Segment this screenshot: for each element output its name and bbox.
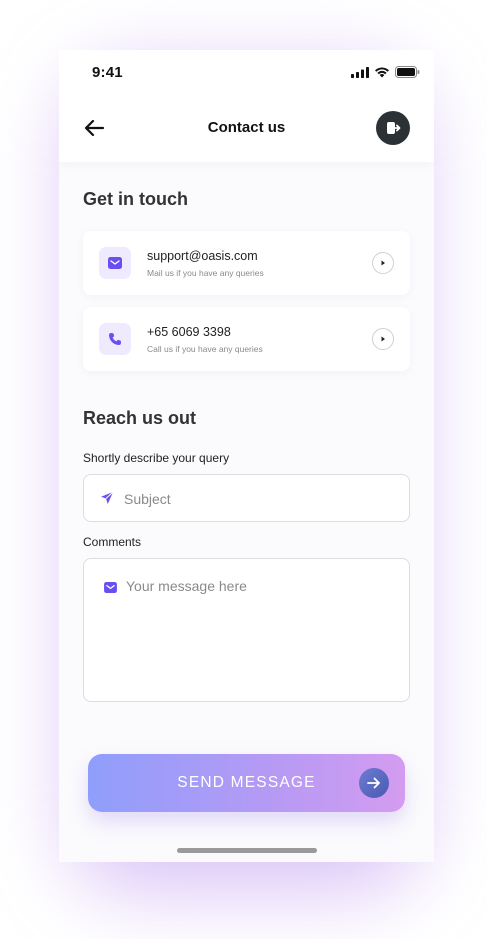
logout-icon: [387, 122, 401, 134]
phone-number: +65 6069 3398: [147, 325, 231, 339]
home-indicator[interactable]: [177, 848, 317, 853]
phone-card-arrow[interactable]: [372, 328, 394, 350]
mail-icon: [108, 257, 122, 269]
comments-label: Comments: [83, 535, 142, 549]
email-address: support@oasis.com: [147, 249, 258, 263]
signal-icon: [351, 66, 369, 78]
mail-icon-badge: [99, 247, 131, 279]
logout-button[interactable]: [376, 111, 410, 145]
phone-icon: [109, 333, 121, 345]
phone-contact-card[interactable]: +65 6069 3398 Call us if you have any qu…: [83, 307, 410, 371]
battery-icon: [395, 66, 420, 78]
status-time: 9:41: [92, 64, 123, 81]
message-placeholder: Your message here: [126, 578, 247, 594]
play-icon: [381, 336, 385, 342]
send-plane-icon: [100, 491, 114, 510]
status-bar: 9:41: [59, 50, 434, 94]
email-card-arrow[interactable]: [372, 252, 394, 274]
subject-input[interactable]: Subject: [83, 474, 410, 522]
query-label: Shortly describe your query: [83, 451, 230, 465]
wifi-icon: [375, 67, 389, 78]
subject-placeholder: Subject: [124, 491, 171, 507]
mail-icon: [104, 580, 117, 598]
top-nav: Contact us: [59, 94, 434, 162]
send-message-label: SEND MESSAGE: [177, 774, 316, 791]
phone-icon-badge: [99, 323, 131, 355]
phone-description: Call us if you have any queries: [147, 344, 263, 354]
send-message-button[interactable]: SEND MESSAGE: [88, 754, 405, 812]
email-description: Mail us if you have any queries: [147, 268, 264, 278]
play-icon: [381, 260, 385, 266]
arrow-right-icon: [359, 768, 389, 798]
phone-screen: 9:41 Contact us Get in touch support@oas…: [59, 50, 434, 862]
email-contact-card[interactable]: support@oasis.com Mail us if you have an…: [83, 231, 410, 295]
get-in-touch-heading: Get in touch: [83, 189, 188, 209]
status-icons: [351, 66, 420, 78]
reach-us-heading: Reach us out: [83, 408, 197, 428]
message-textarea[interactable]: Your message here: [83, 558, 410, 702]
